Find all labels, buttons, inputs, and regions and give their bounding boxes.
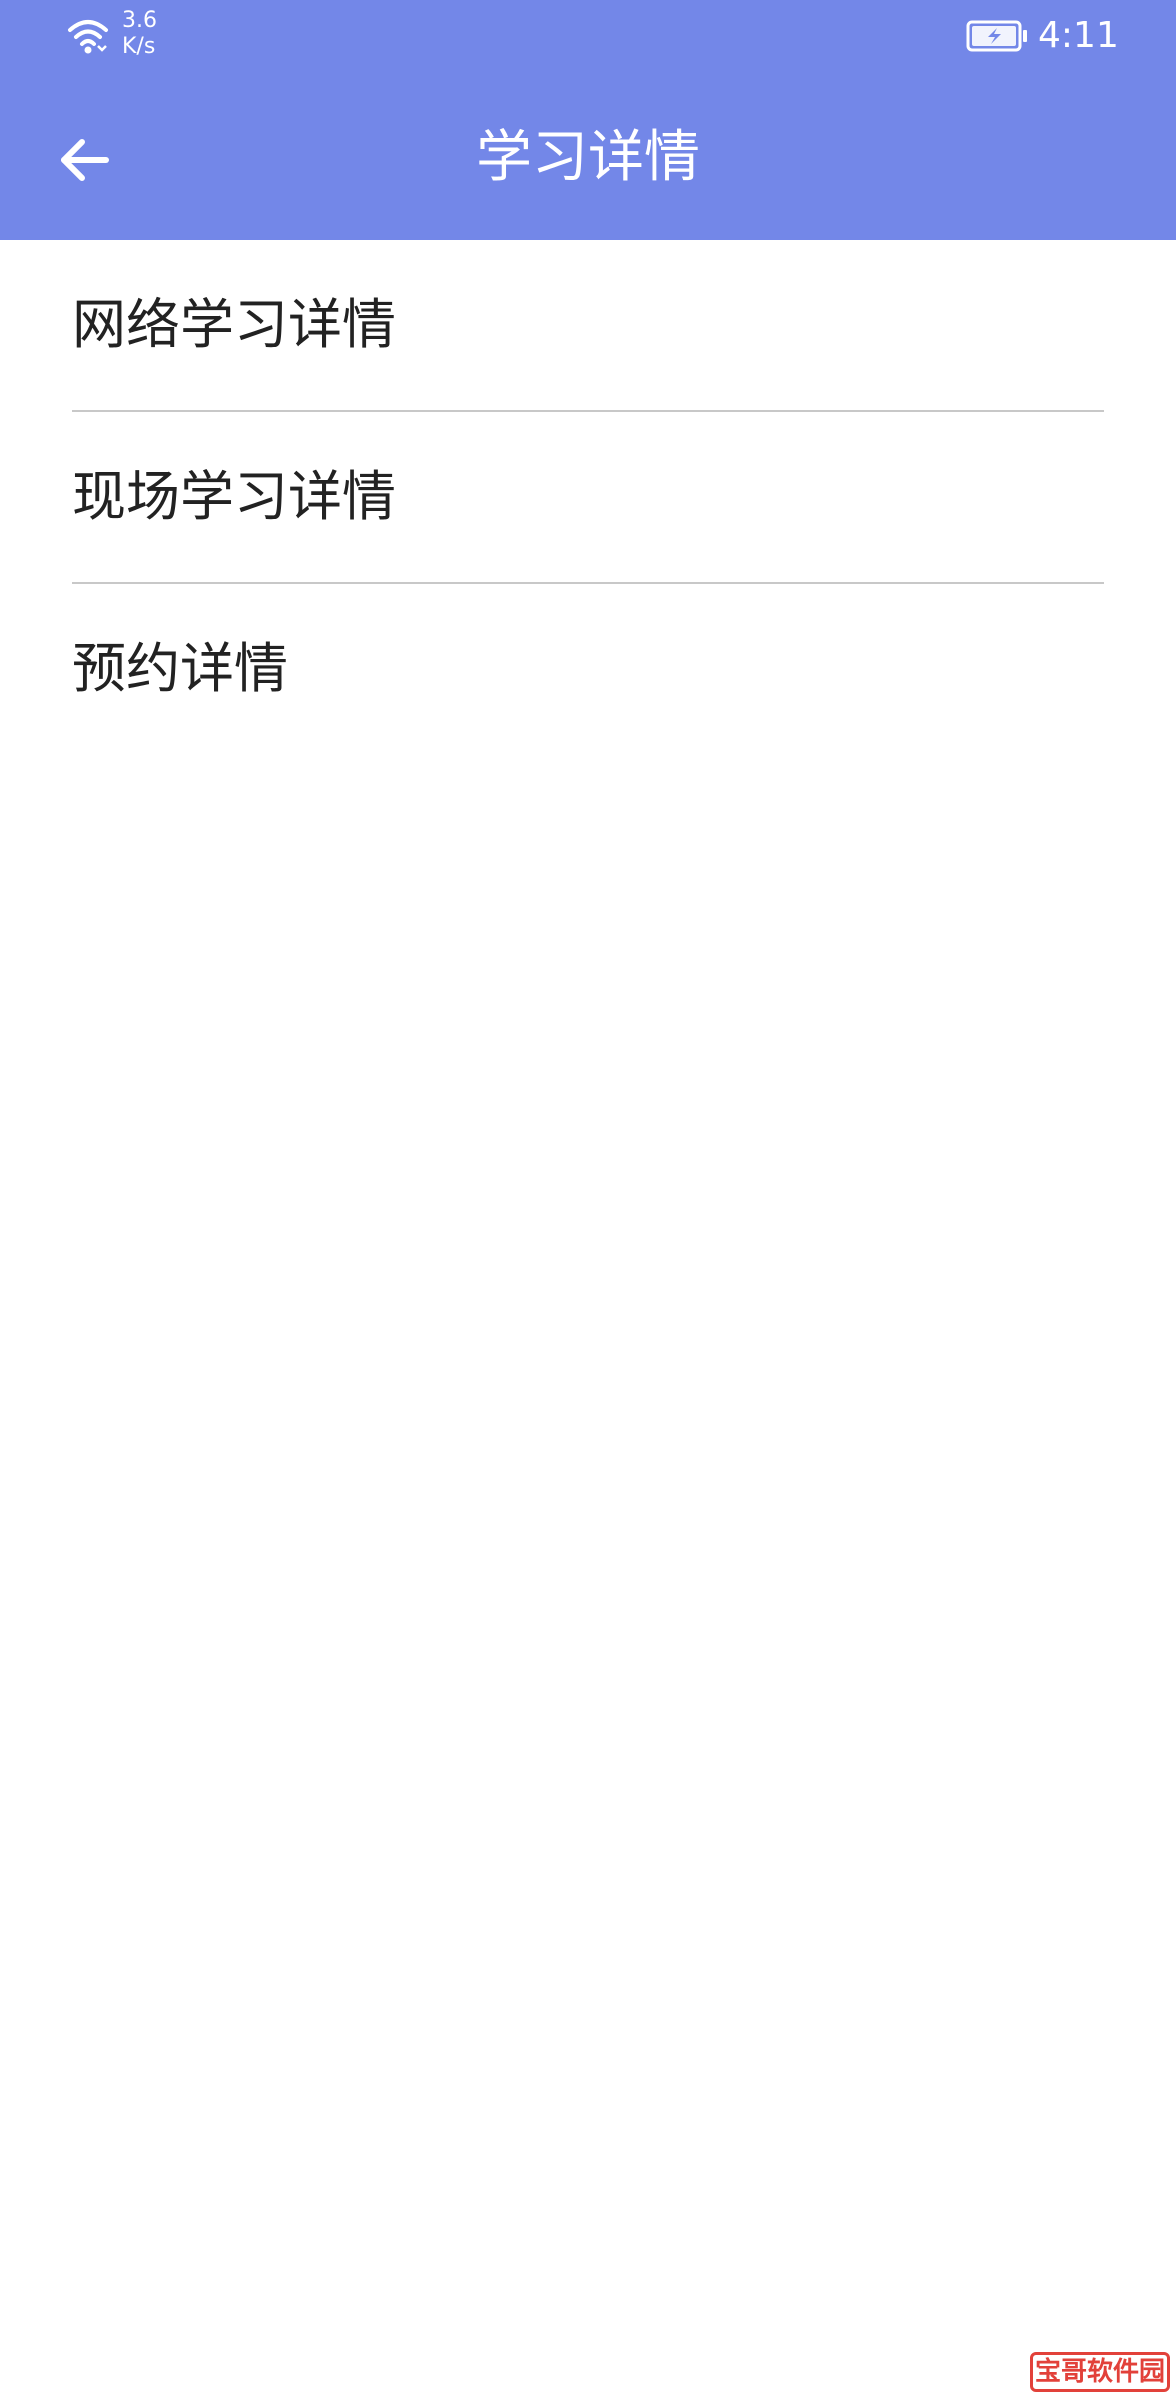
status-time: 4:11 [1038,15,1119,56]
menu-item-label: 预约详情 [72,637,288,700]
back-button[interactable] [40,116,128,204]
header: 3.6 K/s 4:11 学习详情 [0,0,1176,240]
menu-item-label: 网络学习详情 [72,293,396,356]
menu-item-online-study[interactable]: 网络学习详情 [0,240,1176,410]
wifi-icon [68,20,108,54]
watermark-logo: 宝哥软件园 [1030,2352,1170,2392]
network-speed: 3.6 K/s [122,8,157,60]
arrow-left-icon [61,139,109,181]
menu-item-label: 现场学习详情 [72,465,396,528]
network-speed-unit: K/s [122,34,156,59]
page-title: 学习详情 [476,125,700,190]
menu-item-reservation[interactable]: 预约详情 [0,584,1176,754]
battery-charging-icon [966,20,1027,52]
menu-item-onsite-study[interactable]: 现场学习详情 [0,412,1176,582]
menu-list: 网络学习详情 现场学习详情 预约详情 [0,240,1176,754]
status-bar: 3.6 K/s 4:11 [0,0,1176,76]
app-bar: 学习详情 [0,76,1176,240]
network-speed-value: 3.6 [122,8,157,33]
screen: 3.6 K/s 4:11 学习详情 网络学习详情 现场学习详情 预约详情 宝哥软… [0,0,1176,2400]
